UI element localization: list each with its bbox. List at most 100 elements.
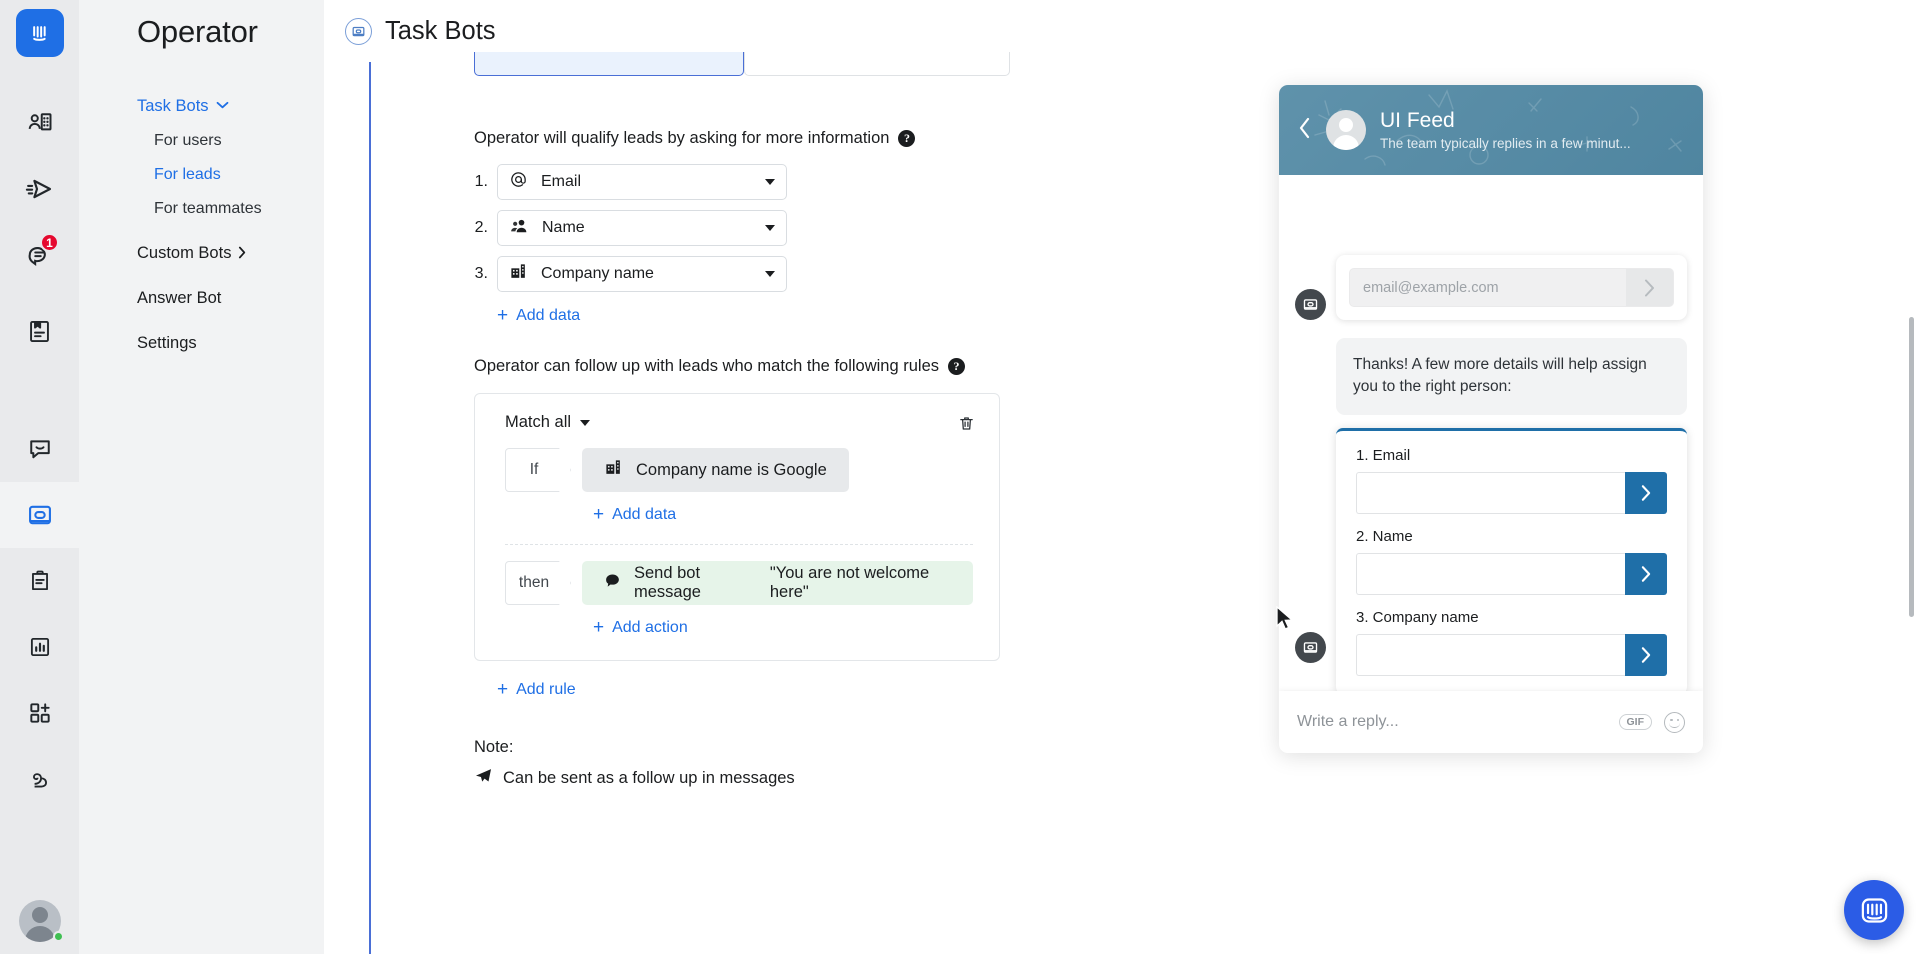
field-label: Email bbox=[541, 173, 582, 190]
sidebar-item-task-bots[interactable]: Task Bots bbox=[79, 89, 324, 124]
plus-icon: + bbox=[497, 305, 509, 326]
sidebar-item-for-users[interactable]: For users bbox=[79, 124, 324, 158]
presence-dot bbox=[53, 931, 64, 942]
messenger-launcher-icon[interactable] bbox=[1844, 880, 1904, 940]
sidebar-item-outbound[interactable] bbox=[0, 156, 79, 222]
chevron-right-icon[interactable] bbox=[1625, 633, 1667, 676]
form-field-email[interactable] bbox=[1356, 471, 1667, 514]
action-value: "You are not welcome here" bbox=[769, 564, 930, 601]
email-input[interactable]: email@example.com bbox=[1350, 269, 1626, 306]
sidebar-item-answer-bot[interactable]: Answer Bot bbox=[79, 281, 324, 316]
sidebar-item-for-leads[interactable]: For leads bbox=[79, 158, 324, 192]
sidebar-item-apps[interactable] bbox=[0, 680, 79, 746]
chevron-right-icon bbox=[238, 246, 246, 262]
sidebar-item-operator[interactable] bbox=[0, 482, 79, 548]
action-row: then Send bot message "You are not welco… bbox=[505, 561, 973, 605]
followup-label-text: Operator can follow up with leads who ma… bbox=[474, 357, 939, 375]
add-action-button[interactable]: + Add action bbox=[593, 618, 688, 637]
building-icon bbox=[509, 262, 528, 286]
conversations-badge: 1 bbox=[40, 233, 59, 252]
sidebar-item-label: Task Bots bbox=[137, 97, 209, 115]
qualify-field-row: 3. Company name bbox=[474, 256, 1251, 292]
sidebar-item-for-teammates[interactable]: For teammates bbox=[79, 192, 324, 226]
messenger-composer: Write a reply... GIF bbox=[1279, 691, 1703, 753]
note-title: Note: bbox=[474, 738, 514, 756]
reply-input[interactable]: Write a reply... bbox=[1297, 713, 1607, 731]
sidebar-item-articles[interactable] bbox=[0, 298, 79, 364]
name-field[interactable] bbox=[1356, 552, 1625, 595]
partial-card-secondary[interactable] bbox=[744, 52, 1010, 76]
scrollbar[interactable] bbox=[1909, 317, 1914, 617]
lead-qualification-form: 1. Email 2. Name 3. Company name bbox=[1336, 427, 1687, 691]
field-label: Company name bbox=[541, 265, 654, 282]
condition-chip[interactable]: Company name is Google bbox=[582, 448, 849, 492]
partial-card-selected[interactable] bbox=[474, 52, 744, 76]
intercom-logo-icon[interactable] bbox=[15, 9, 64, 57]
trash-icon[interactable] bbox=[958, 414, 975, 438]
chevron-left-icon[interactable] bbox=[1297, 116, 1312, 144]
rule-add-data-button[interactable]: + Add data bbox=[593, 505, 676, 524]
sidebar-item-reports[interactable] bbox=[0, 614, 79, 680]
operator-bot-icon bbox=[1295, 632, 1326, 663]
email-input-pill[interactable]: email@example.com bbox=[1349, 268, 1674, 307]
sidebar-item-tasks[interactable] bbox=[0, 548, 79, 614]
sidebar-item-label: For users bbox=[154, 132, 222, 149]
match-type-dropdown[interactable]: Match all bbox=[505, 413, 973, 432]
bot-message-bubble: Thanks! A few more details will help ass… bbox=[1336, 338, 1687, 415]
sidebar-item-label: For leads bbox=[154, 166, 221, 183]
chevron-right-icon[interactable] bbox=[1625, 471, 1667, 514]
chevron-down-icon bbox=[765, 225, 775, 231]
rule-divider bbox=[505, 544, 973, 545]
page-title: Operator bbox=[137, 14, 258, 49]
qualify-section-label: Operator will qualify leads by asking fo… bbox=[474, 129, 1251, 148]
building-icon bbox=[604, 458, 623, 482]
match-label: Match all bbox=[505, 413, 572, 431]
avatar bbox=[1326, 110, 1366, 150]
then-tag: then bbox=[505, 561, 571, 605]
gif-button[interactable]: GIF bbox=[1618, 714, 1652, 730]
chevron-right-icon[interactable] bbox=[1625, 552, 1667, 595]
form-field-company[interactable] bbox=[1356, 633, 1667, 676]
add-data-label: Add data bbox=[612, 505, 677, 523]
field-number: 3. bbox=[474, 265, 488, 282]
note-line: Can be sent as a follow up in messages bbox=[474, 766, 1251, 790]
condition-text: Company name is Google bbox=[636, 460, 827, 479]
at-icon bbox=[509, 170, 528, 194]
note-text: Can be sent as a follow up in messages bbox=[503, 768, 795, 787]
main-area: Task Bots Operator will qualify leads by… bbox=[324, 0, 1920, 954]
people-icon bbox=[509, 216, 529, 241]
nav-sidebar: Operator Task Bots For users For leads F… bbox=[79, 0, 324, 954]
sidebar-item-label: Custom Bots bbox=[137, 244, 232, 262]
rule-card: Match all If Company name is Google + Ad… bbox=[474, 393, 1000, 661]
sidebar-item-label: Answer Bot bbox=[137, 289, 222, 307]
messenger-header-text: UI Feed The team typically replies in a … bbox=[1380, 109, 1631, 151]
bot-editor-panel: Operator will qualify leads by asking fo… bbox=[369, 52, 1294, 954]
qualify-field-company-select[interactable]: Company name bbox=[497, 256, 787, 292]
add-data-button[interactable]: + Add data bbox=[497, 306, 580, 325]
chevron-down-icon bbox=[580, 419, 591, 426]
form-field-name[interactable] bbox=[1356, 552, 1667, 595]
qualify-field-name-select[interactable]: Name bbox=[497, 210, 787, 246]
action-chip[interactable]: Send bot message "You are not welcome he… bbox=[582, 561, 973, 605]
sidebar-item-custom-bots[interactable]: Custom Bots bbox=[79, 236, 324, 271]
speech-bubble-icon bbox=[604, 572, 621, 594]
sidebar-item-settings[interactable]: Settings bbox=[79, 326, 324, 361]
form-field-label: 1. Email bbox=[1356, 446, 1411, 464]
field-number: 2. bbox=[474, 219, 488, 236]
messenger-subtitle: The team typically replies in a few minu… bbox=[1380, 136, 1631, 152]
add-rule-button[interactable]: + Add rule bbox=[497, 680, 576, 699]
sidebar-item-label: For teammates bbox=[154, 200, 262, 217]
help-icon[interactable]: ? bbox=[948, 358, 965, 375]
help-icon[interactable]: ? bbox=[898, 130, 916, 147]
sidebar-item-platform[interactable] bbox=[0, 746, 79, 812]
qualify-label-text: Operator will qualify leads by asking fo… bbox=[474, 129, 890, 147]
smiley-icon[interactable] bbox=[1664, 711, 1685, 733]
sidebar-item-conversations[interactable]: 1 bbox=[0, 222, 79, 288]
qualify-field-email-select[interactable]: Email bbox=[497, 164, 787, 200]
sidebar-item-contacts[interactable] bbox=[0, 90, 79, 156]
email-field[interactable] bbox=[1356, 471, 1625, 514]
chevron-right-icon[interactable] bbox=[1626, 269, 1673, 306]
messenger-preview-panel: UI Feed The team typically replies in a … bbox=[1251, 62, 1920, 954]
sidebar-item-messenger[interactable] bbox=[0, 416, 79, 482]
company-field[interactable] bbox=[1356, 633, 1625, 676]
